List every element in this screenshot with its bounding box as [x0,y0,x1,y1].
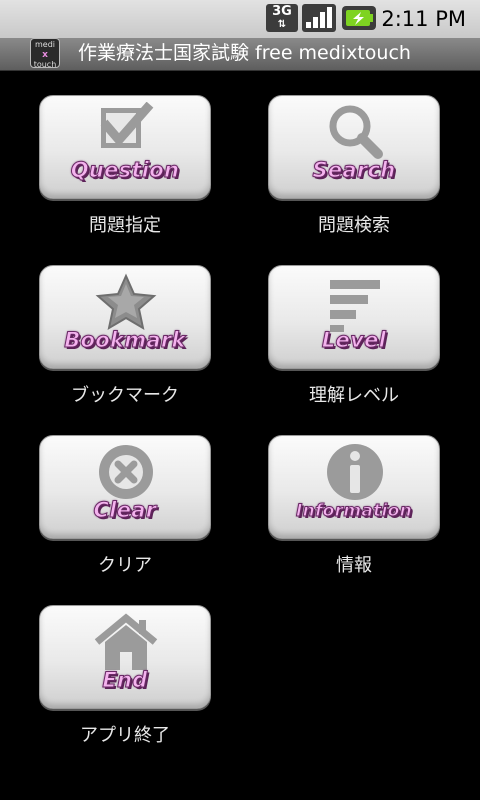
battery-charging-icon [342,6,376,30]
3g-icon: 3G ⇅ [266,4,298,32]
level-button[interactable]: Level [268,265,440,369]
bookmark-button[interactable]: Bookmark [39,265,211,369]
menu-item-clear[interactable]: Clear クリア [39,435,211,576]
menu-item-bookmark[interactable]: Bookmark ブックマーク [39,265,211,406]
menu-item-information[interactable]: Information 情報 [268,435,440,576]
app-logo-text-top: medi [34,40,55,49]
level-caption: 理解レベル [309,385,399,406]
search-caption: 問題検索 [318,215,390,236]
clear-button[interactable]: Clear [39,435,211,539]
search-button-label: Search [312,158,396,183]
signal-icon [302,4,336,32]
level-bars-icon [330,280,380,332]
information-button[interactable]: Information [268,435,440,539]
clear-caption: クリア [98,555,152,576]
status-bar: 3G ⇅ 2:11 PM [0,0,480,38]
app-logo-text-mid: x [42,50,48,60]
end-caption: アプリ終了 [80,725,170,746]
app-title: 作業療法士国家試験 free medixtouch [78,42,411,64]
search-button[interactable]: Search [268,95,440,199]
information-caption: 情報 [336,555,372,576]
checkbox-icon [100,102,154,148]
bookmark-caption: ブックマーク [71,385,179,406]
home-icon [94,613,158,670]
x-circle-icon [99,445,153,499]
star-icon [95,273,157,331]
information-button-label: Information [295,501,413,522]
clear-button-label: Clear [93,498,157,523]
menu-item-question[interactable]: Question 問題指定 [39,95,211,236]
menu-item-end[interactable]: End アプリ終了 [39,605,211,746]
network-type: 3G [272,4,292,19]
title-bar: medi x touch 作業療法士国家試験 free medixtouch [0,38,480,71]
bookmark-button-label: Bookmark [64,328,186,353]
app-logo-text-bottom: touch [33,60,57,69]
question-button[interactable]: Question [39,95,211,199]
magnifier-icon [329,105,383,159]
menu-item-level[interactable]: Level 理解レベル [268,265,440,406]
question-caption: 問題指定 [89,215,161,236]
info-icon [327,444,383,500]
level-button-label: Level [321,328,387,353]
app-logo-icon: medi x touch [30,38,60,69]
end-button[interactable]: End [39,605,211,709]
clock: 2:11 PM [381,7,466,31]
menu-item-search[interactable]: Search 問題検索 [268,95,440,236]
question-button-label: Question [70,158,180,183]
end-button-label: End [102,668,148,693]
